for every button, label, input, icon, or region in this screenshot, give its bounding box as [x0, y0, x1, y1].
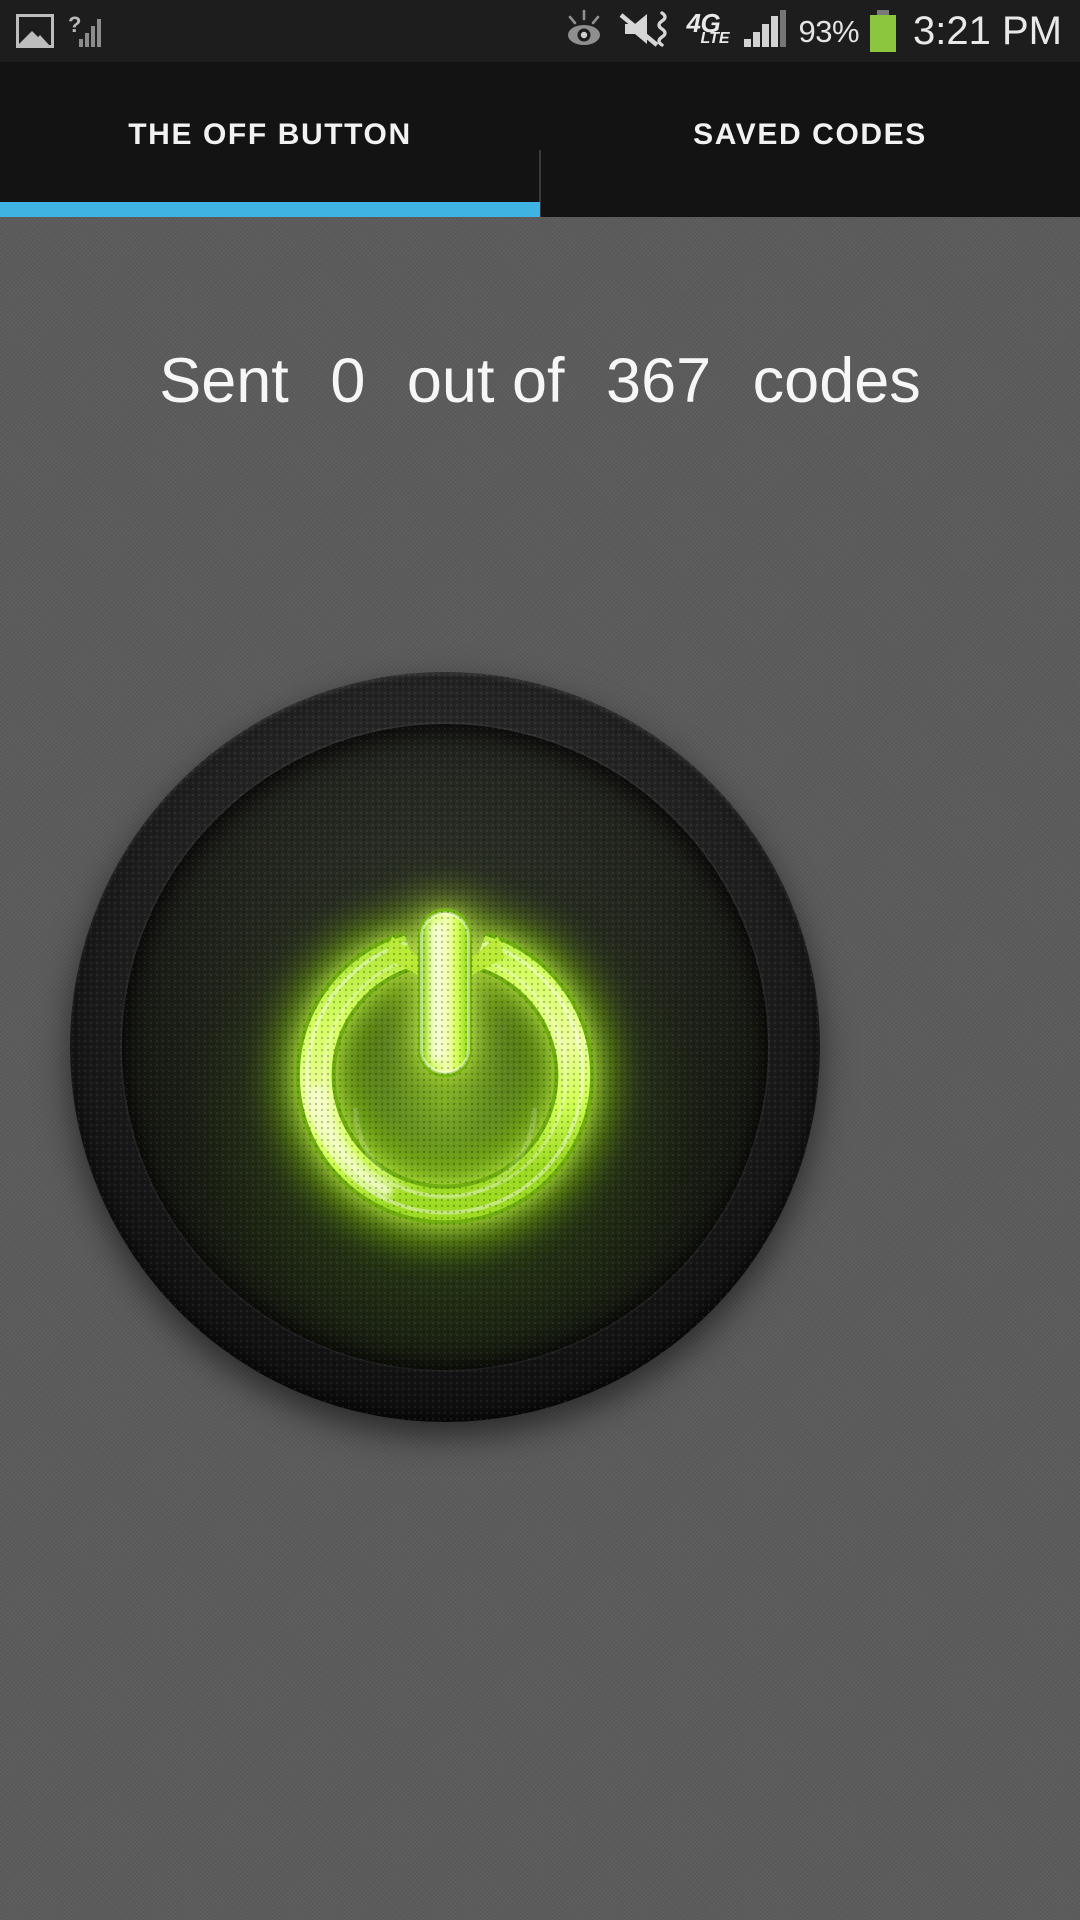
svg-text:?: ? — [68, 13, 81, 37]
sent-middle-label: out of — [406, 346, 565, 416]
app-screen: ? 4G LTE 93% 3:21 PM THE OFF BUTTON SAVE… — [0, 0, 1080, 1920]
total-count-value: 367 — [606, 346, 712, 416]
tab-saved-codes[interactable]: SAVED CODES — [540, 62, 1080, 217]
sent-count-value: 0 — [330, 346, 366, 416]
tab-the-off-button[interactable]: THE OFF BUTTON — [0, 62, 540, 217]
active-tab-indicator — [0, 202, 540, 217]
clock-label: 3:21 PM — [913, 9, 1062, 53]
power-button-face — [122, 724, 768, 1370]
tab-bar: THE OFF BUTTON SAVED CODES — [0, 62, 1080, 222]
status-bar: ? 4G LTE 93% 3:21 PM — [0, 0, 1080, 62]
signal-bars-icon — [743, 9, 787, 54]
main-content: Sent 0 out of 367 codes — [0, 217, 1080, 1920]
status-bar-left-icons: ? — [16, 12, 102, 49]
4g-lte-icon: 4G LTE — [686, 10, 732, 51]
battery-level-fill — [870, 15, 897, 52]
sent-suffix-label: codes — [752, 346, 921, 416]
no-sim-signal-icon: ? — [68, 12, 102, 49]
power-icon — [210, 812, 680, 1282]
power-button-label: Power — [70, 672, 71, 673]
battery-percent-label: 93% — [798, 13, 860, 49]
sound-mute-vibrate-icon — [617, 9, 675, 54]
smart-stay-eye-icon — [562, 9, 606, 54]
sent-prefix-label: Sent — [159, 346, 289, 416]
network-type-secondary: LTE — [700, 30, 730, 47]
power-button[interactable]: Power — [70, 672, 820, 1422]
status-bar-right-icons: 4G LTE 93% 3:21 PM — [562, 9, 1062, 54]
tab-saved-codes-label: SAVED CODES — [693, 117, 927, 151]
battery-icon — [870, 10, 897, 52]
power-button-rim — [70, 672, 820, 1422]
sent-status-line: Sent 0 out of 367 codes — [0, 345, 1080, 417]
gallery-icon — [16, 14, 54, 48]
tab-the-off-button-label: THE OFF BUTTON — [128, 117, 412, 151]
